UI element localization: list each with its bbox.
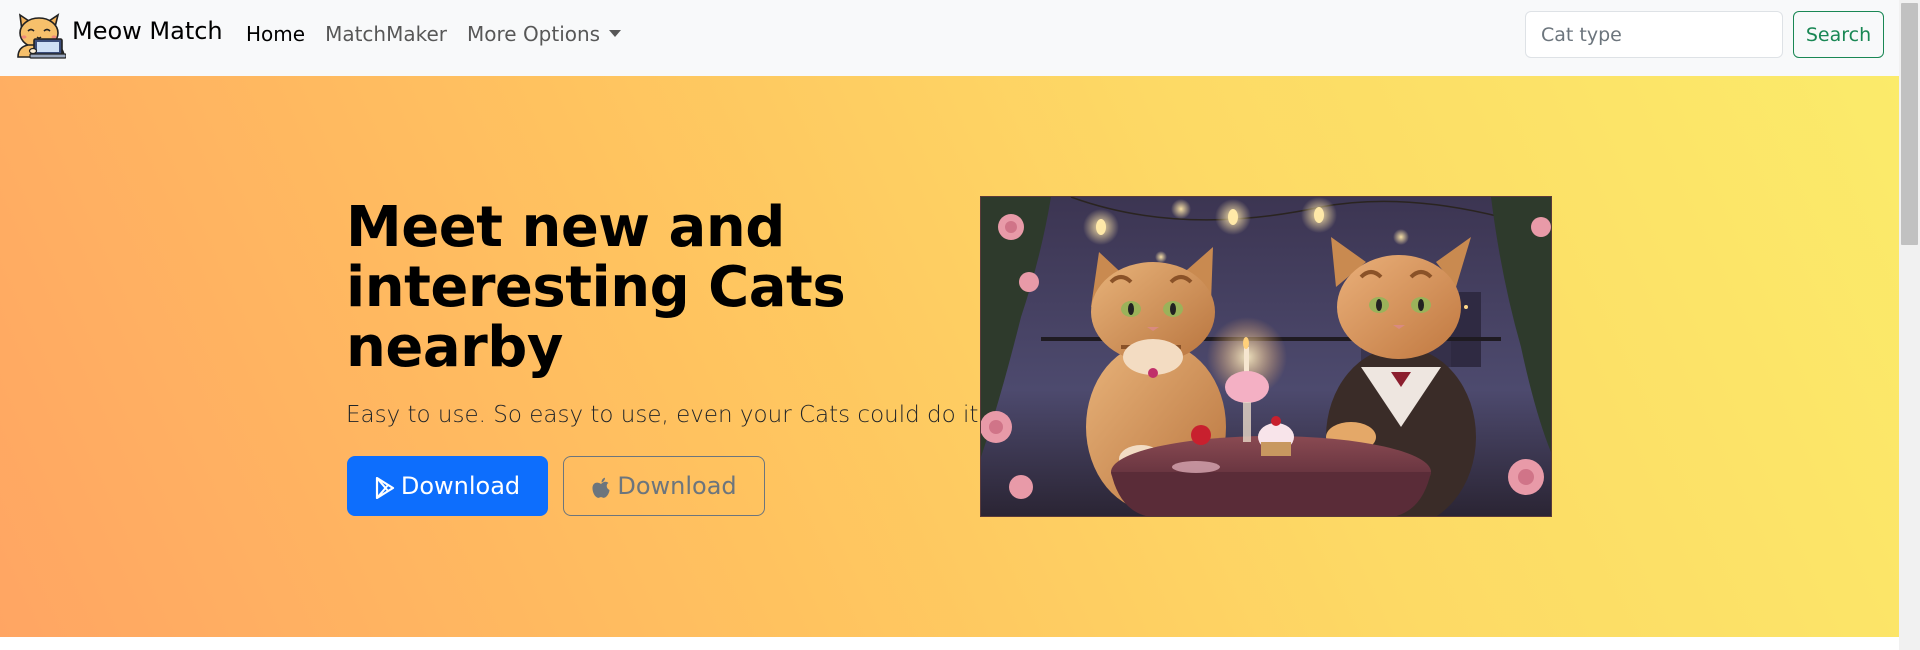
apple-icon [592,477,610,498]
hero-title: Meet new and interesting Cats nearby [346,195,846,380]
main-nav: Home MatchMaker More Options [246,22,641,46]
google-play-icon [375,477,394,499]
brand-link[interactable]: Meow Match [14,11,223,59]
app-store-download-button[interactable]: Download [563,456,765,516]
nav-link-matchmaker[interactable]: MatchMaker [325,22,447,46]
search-input[interactable] [1525,11,1783,58]
page-scrollbar[interactable] [1899,0,1920,650]
hero-lead-text: Easy to use. So easy to use, even your C… [346,402,986,428]
nav-dropdown-more-options[interactable]: More Options [467,22,622,46]
search-button[interactable]: Search [1793,11,1884,58]
cat-laptop-logo-icon [17,13,66,59]
caret-down-icon [609,30,622,37]
download-label: Download [400,472,521,500]
cats-date-image [980,196,1552,517]
hero-section: Meet new and interesting Cats nearby Eas… [0,76,1899,637]
download-label: Download [617,472,737,500]
cats-illustration [981,197,1551,516]
nav-link-home[interactable]: Home [246,22,305,46]
dropdown-label: More Options [467,22,601,46]
brand-name: Meow Match [72,17,223,45]
top-navbar: Meow Match Home MatchMaker More Options … [0,0,1899,76]
google-play-download-button[interactable]: Download [347,456,548,516]
scrollbar-thumb[interactable] [1901,3,1918,245]
